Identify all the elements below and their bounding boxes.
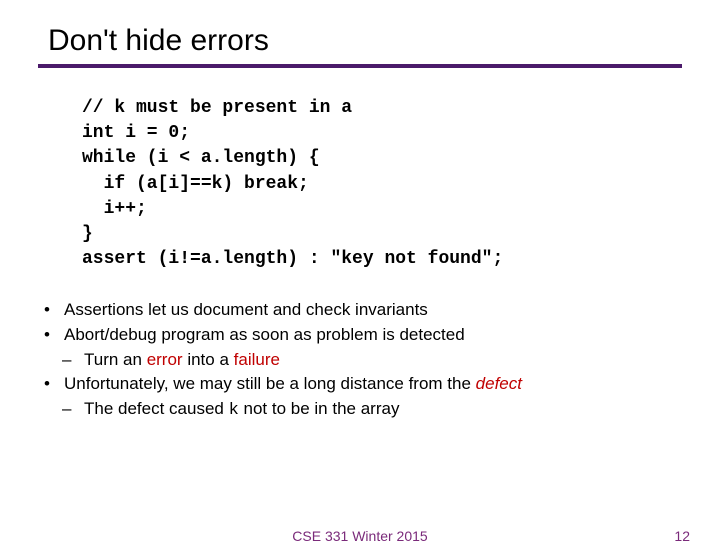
inline-code-k: k xyxy=(229,401,239,420)
bullet-3: Unfortunately, we may still be a long di… xyxy=(42,372,682,397)
bullet-3a-post: not to be in the array xyxy=(239,399,400,418)
slide: Don't hide errors // k must be present i… xyxy=(0,0,720,540)
slide-title: Don't hide errors xyxy=(48,24,682,58)
bullet-1-text: Assertions let us document and check inv… xyxy=(64,300,428,319)
footer-course: CSE 331 Winter 2015 xyxy=(292,528,427,544)
bullet-list: Assertions let us document and check inv… xyxy=(42,298,682,423)
code-line-6: } xyxy=(82,224,93,244)
term-error: error xyxy=(147,350,183,369)
bullet-3a-pre: The defect caused xyxy=(84,399,229,418)
term-defect: defect xyxy=(476,374,522,393)
footer-page-number: 12 xyxy=(674,528,690,544)
bullet-1: Assertions let us document and check inv… xyxy=(42,298,682,323)
bullet-2a-pre: Turn an xyxy=(84,350,147,369)
code-line-5: i++; xyxy=(82,199,147,219)
bullet-2-text: Abort/debug program as soon as problem i… xyxy=(64,325,465,344)
bullet-3-pre: Unfortunately, we may still be a long di… xyxy=(64,374,476,393)
code-line-7: assert (i!=a.length) : "key not found"; xyxy=(82,249,503,269)
bullet-3a: The defect caused k not to be in the arr… xyxy=(62,397,682,424)
term-failure: failure xyxy=(234,350,280,369)
bullet-2: Abort/debug program as soon as problem i… xyxy=(42,323,682,348)
code-line-2: int i = 0; xyxy=(82,123,190,143)
code-block: // k must be present in a int i = 0; whi… xyxy=(82,96,682,272)
code-line-4: if (a[i]==k) break; xyxy=(82,174,309,194)
bullet-2a-mid: into a xyxy=(183,350,234,369)
code-line-1: // k must be present in a xyxy=(82,98,352,118)
bullet-2a: Turn an error into a failure xyxy=(62,348,682,373)
code-line-3: while (i < a.length) { xyxy=(82,148,320,168)
title-rule xyxy=(38,64,682,68)
